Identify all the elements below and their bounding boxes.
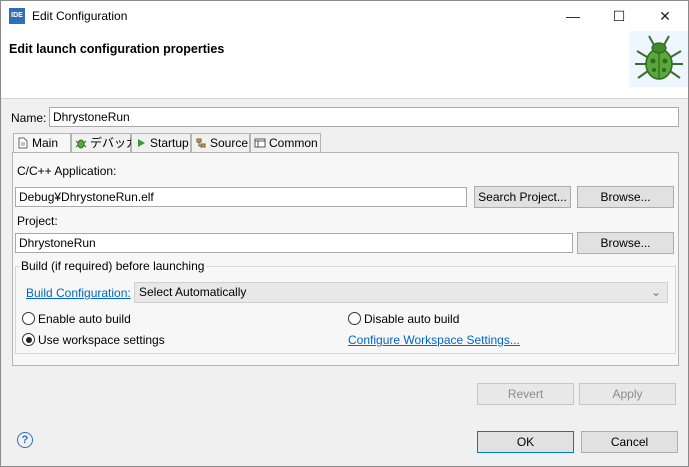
use-workspace-settings-radio[interactable] (22, 333, 35, 346)
search-project-button[interactable]: Search Project... (474, 186, 571, 208)
document-icon (18, 137, 28, 149)
app-label: C/C++ Application: (17, 164, 117, 178)
browse-project-button[interactable]: Browse... (577, 232, 674, 254)
enable-auto-build-label: Enable auto build (38, 312, 131, 326)
close-button[interactable]: ✕ (642, 1, 688, 31)
app-path-field[interactable]: Debug¥DhrystoneRun.elf (15, 187, 467, 207)
browse-app-button[interactable]: Browse... (577, 186, 674, 208)
project-field[interactable]: DhrystoneRun (15, 233, 573, 253)
apply-button[interactable]: Apply (579, 383, 676, 405)
header-title: Edit launch configuration properties (9, 42, 225, 56)
build-configuration-select[interactable]: Select Automatically ⌄ (134, 282, 668, 303)
enable-auto-build-radio[interactable] (22, 312, 35, 325)
tab-startup[interactable]: Startup (131, 133, 191, 152)
bug-icon (629, 31, 688, 87)
build-configuration-value: Select Automatically (139, 285, 247, 299)
minimize-button[interactable]: — (550, 1, 596, 31)
tab-main[interactable]: Main (13, 133, 71, 153)
play-icon (138, 139, 145, 147)
ide-app-icon: IDE (9, 8, 25, 24)
dialog-header: Edit launch configuration properties (1, 31, 688, 99)
edit-configuration-dialog: IDE Edit Configuration — ☐ ✕ Edit launch… (0, 0, 689, 467)
tab-common-label: Common (269, 136, 318, 150)
tab-source-label: Source (210, 136, 249, 150)
tab-main-label: Main (32, 136, 59, 150)
configure-workspace-settings-link[interactable]: Configure Workspace Settings... (348, 333, 520, 347)
name-field[interactable]: DhrystoneRun (49, 107, 679, 127)
disable-auto-build-label: Disable auto build (364, 312, 460, 326)
title-bar: IDE Edit Configuration — ☐ ✕ (1, 1, 688, 31)
ok-button[interactable]: OK (477, 431, 574, 453)
name-label: Name: (11, 111, 47, 125)
use-workspace-settings-label: Use workspace settings (38, 333, 165, 347)
source-icon (196, 138, 206, 148)
project-label: Project: (17, 214, 58, 228)
revert-button[interactable]: Revert (477, 383, 574, 405)
tab-common[interactable]: Common (250, 133, 321, 152)
common-icon (254, 138, 266, 148)
maximize-button[interactable]: ☐ (596, 1, 642, 31)
window-title: Edit Configuration (32, 9, 128, 23)
build-configuration-link[interactable]: Build Configuration: (26, 286, 131, 300)
bug-small-icon (75, 139, 87, 149)
chevron-down-icon: ⌄ (650, 285, 661, 299)
tab-debugger[interactable]: デバッガ (71, 133, 138, 152)
tab-startup-label: Startup (150, 136, 189, 150)
help-icon[interactable]: ? (17, 432, 33, 448)
disable-auto-build-radio[interactable] (348, 312, 361, 325)
cancel-button[interactable]: Cancel (581, 431, 678, 453)
tab-source[interactable]: Source (191, 133, 250, 152)
build-group-label: Build (if required) before launching (19, 259, 207, 273)
